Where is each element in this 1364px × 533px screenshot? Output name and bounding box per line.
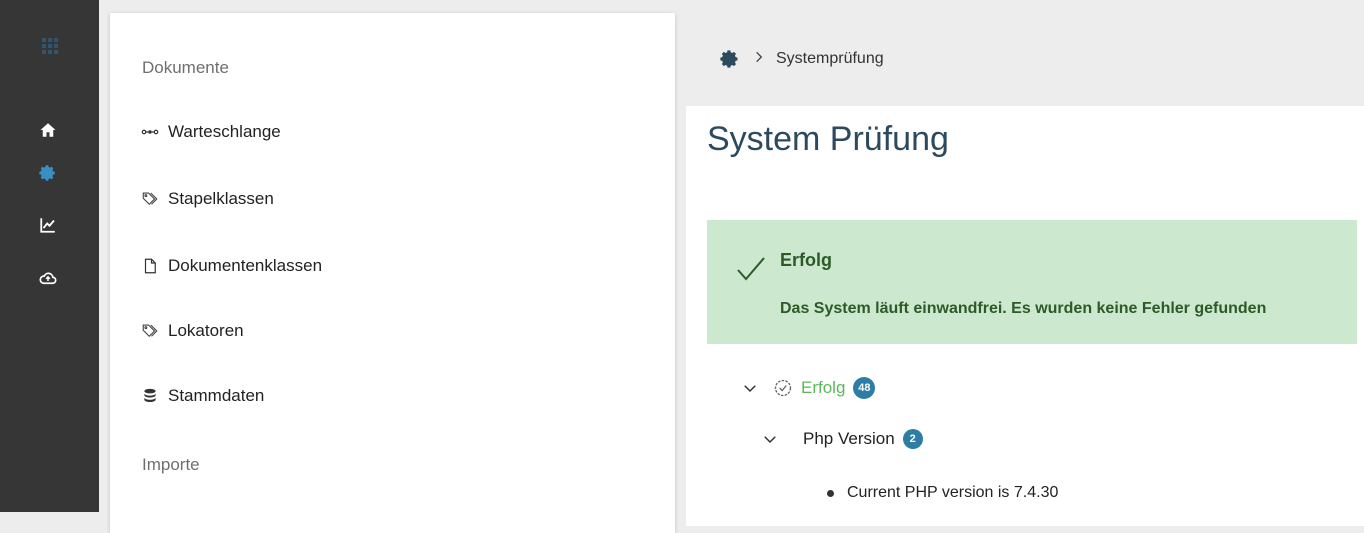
database-icon [140,386,160,406]
count-badge: 48 [853,377,876,399]
menu-item-dokumentenklassen[interactable]: Dokumentenklassen [140,251,322,281]
tree-leaf-text: Current PHP version is 7.4.30 [847,484,1059,501]
page-title: System Prüfung [707,120,949,158]
menu-item-label: Stammdaten [168,386,265,405]
checkmark-icon [737,257,765,281]
section-heading-importe: Importe [142,455,200,474]
tree-node-label: Php Version [803,429,895,448]
menu-item-warteschlange[interactable]: Warteschlange [140,117,281,147]
chart-icon[interactable] [38,215,58,235]
menu-item-label: Lokatoren [168,321,244,340]
tree-node-php-version[interactable]: Php Version 2 [761,429,923,449]
tags-icon [140,189,160,209]
settings-menu-panel: Dokumente Warteschlange Stapelklassen Do… [110,13,675,533]
tree-node-erfolg[interactable]: Erfolg 48 [741,377,876,399]
menu-item-lokatoren[interactable]: Lokatoren [140,316,244,346]
menu-item-stammdaten[interactable]: Stammdaten [140,381,264,411]
success-alert: Erfolg Das System läuft einwandfrei. Es … [707,220,1357,344]
clock-check-icon [773,378,793,398]
tree-node-label: Erfolg [801,378,846,397]
section-heading-dokumente: Dokumente [142,58,229,77]
chevron-down-icon[interactable] [741,379,759,397]
menu-item-label: Dokumentenklassen [168,256,323,275]
cloud-upload-icon[interactable] [38,268,58,288]
menu-item-label: Stapelklassen [168,189,274,208]
main-content: System Prüfung Erfolg Das System läuft e… [686,106,1364,526]
breadcrumb: Systemprüfung [720,45,884,73]
icon-rail [0,0,99,512]
breadcrumb-current: Systemprüfung [776,50,884,67]
tags-icon [140,321,160,341]
chevron-right-icon [752,50,766,69]
count-badge: 2 [902,429,923,449]
gear-icon[interactable] [720,49,740,69]
alert-message: Das System läuft einwandfrei. Es wurden … [780,300,1267,317]
home-icon[interactable] [38,120,58,140]
bullet-icon [827,489,834,497]
app-logo[interactable] [42,38,58,54]
alert-title: Erfolg [780,250,832,270]
gear-icon[interactable] [38,163,58,183]
document-icon [140,256,160,276]
workflow-icon [140,122,160,142]
menu-item-stapelklassen[interactable]: Stapelklassen [140,184,274,214]
menu-item-label: Warteschlange [168,122,281,141]
tree-leaf-item: Current PHP version is 7.4.30 [827,484,1058,502]
chevron-down-icon[interactable] [761,430,779,448]
